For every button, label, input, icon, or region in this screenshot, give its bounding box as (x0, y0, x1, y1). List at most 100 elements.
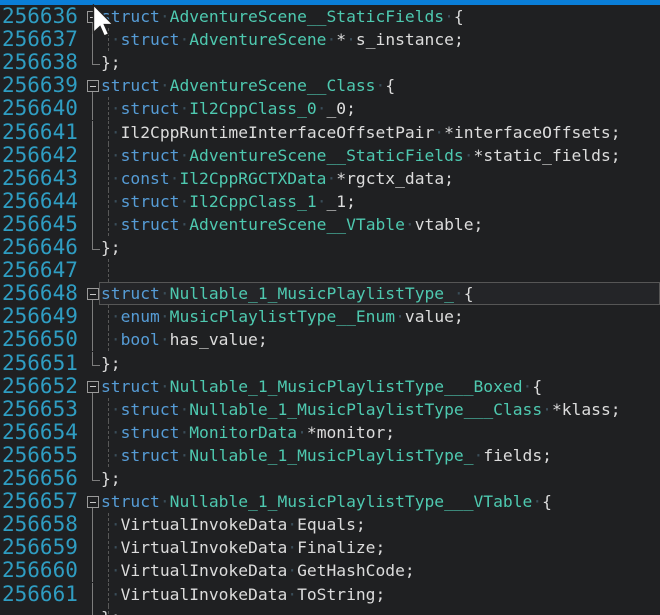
code-line: 256649 ·enum·MusicPlaylistType__Enum·val… (0, 305, 660, 328)
fold-collapse-button[interactable] (87, 381, 99, 393)
line-number[interactable]: 256656 (2, 467, 78, 490)
fold-guide-line (92, 97, 93, 120)
fold-guide-line (92, 398, 93, 421)
code-line-text[interactable]: }; (101, 606, 121, 615)
line-number[interactable]: 256655 (2, 444, 78, 467)
code-line-text[interactable]: struct·AdventureScene__StaticFields·{ (101, 5, 464, 28)
line-number[interactable]: 256643 (2, 167, 78, 190)
line-number[interactable]: 256661 (2, 583, 78, 606)
line-number[interactable]: 256648 (2, 282, 78, 305)
code-line-text[interactable]: struct·Nullable_1_MusicPlaylistType___Bo… (101, 375, 542, 398)
code-line-text[interactable]: ·struct·AdventureScene__StaticFields·*st… (101, 144, 621, 167)
code-editor: 256636 struct·AdventureScene__StaticField… (0, 0, 660, 615)
code-line: 256636 struct·AdventureScene__StaticField… (0, 5, 660, 28)
line-number[interactable]: 256660 (2, 559, 78, 582)
line-number[interactable]: 256653 (2, 398, 78, 421)
line-number[interactable]: 256651 (2, 352, 78, 375)
fold-collapse-button[interactable] (87, 11, 99, 23)
fold-collapse-button[interactable] (87, 288, 99, 300)
code-line-text[interactable]: ·VirtualInvokeData·GetHashCode; (101, 559, 415, 582)
code-line-text[interactable]: ·enum·MusicPlaylistType__Enum·value; (101, 305, 464, 328)
fold-guide-line-end (92, 51, 93, 65)
code-line: 256637 ·struct·AdventureScene·*·s_instan… (0, 28, 660, 51)
fold-guide-line (92, 513, 93, 536)
fold-collapse-button[interactable] (87, 496, 99, 508)
code-line-text[interactable]: ·Il2CppRuntimeInterfaceOffsetPair·*inter… (101, 121, 621, 144)
code-line-text[interactable]: ·struct·Il2CppClass_1·_1; (101, 190, 356, 213)
line-number[interactable]: 256639 (2, 74, 78, 97)
line-number[interactable]: 256657 (2, 490, 78, 513)
code-line-text[interactable]: ·bool·has_value; (101, 328, 268, 351)
code-line: 256660 ·VirtualInvokeData·GetHashCode; (0, 559, 660, 582)
fold-guide-line (92, 536, 93, 559)
code-line-text[interactable]: ·struct·Nullable_1_MusicPlaylistType_·fi… (101, 444, 552, 467)
code-line-text[interactable]: ·struct·AdventureScene·*·s_instance; (101, 28, 464, 51)
fold-guide-line-end-tick (92, 249, 100, 250)
minus-icon (90, 294, 96, 295)
code-line-text[interactable]: }; (101, 51, 121, 74)
code-line-text[interactable]: ·struct·Il2CppClass_0·_0; (101, 97, 356, 120)
line-number[interactable]: 256638 (2, 51, 78, 74)
line-number[interactable]: 256646 (2, 236, 78, 259)
fold-guide-line (92, 606, 93, 615)
code-line: 256647 (0, 259, 660, 282)
code-line-text[interactable]: }; (101, 352, 121, 375)
line-number[interactable]: 256636 (2, 5, 78, 28)
code-line: 256650 ·bool·has_value; (0, 328, 660, 351)
code-line-text[interactable]: ·struct·Nullable_1_MusicPlaylistType___C… (101, 398, 621, 421)
minus-icon (90, 17, 96, 18)
fold-guide-line-end (92, 236, 93, 250)
code-line-text[interactable]: ·struct·MonitorData·*monitor; (101, 421, 395, 444)
minus-icon (90, 502, 96, 503)
code-line: 256655 ·struct·Nullable_1_MusicPlaylistT… (0, 444, 660, 467)
line-number[interactable]: 256644 (2, 190, 78, 213)
code-line-text[interactable]: struct·Nullable_1_MusicPlaylistType___VT… (101, 490, 552, 513)
code-line: 256651}; (0, 352, 660, 375)
line-number[interactable]: 256640 (2, 97, 78, 120)
code-line: 256653 ·struct·Nullable_1_MusicPlaylistT… (0, 398, 660, 421)
line-number[interactable]: 256650 (2, 328, 78, 351)
code-line: 256661 ·VirtualInvokeData·ToString; (0, 583, 660, 606)
code-line-text[interactable]: struct·Nullable_1_MusicPlaylistType_·{ (101, 282, 474, 305)
code-line: 256641 ·Il2CppRuntimeInterfaceOffsetPair… (0, 121, 660, 144)
code-line: 256654 ·struct·MonitorData·*monitor; (0, 421, 660, 444)
minus-icon (90, 86, 96, 87)
code-line: 256639 struct·AdventureScene__Class·{ (0, 74, 660, 97)
line-number[interactable]: 256659 (2, 536, 78, 559)
code-line-text[interactable]: }; (101, 236, 121, 259)
fold-guide-line (92, 28, 93, 51)
line-number[interactable]: 256649 (2, 305, 78, 328)
fold-guide-line (92, 444, 93, 467)
fold-guide-line (92, 213, 93, 236)
line-number[interactable]: 256642 (2, 144, 78, 167)
fold-guide-line-end-tick (92, 480, 100, 481)
code-line-text[interactable]: ·struct·AdventureScene__VTable·vtable; (101, 213, 483, 236)
window-top-accent-bar (0, 0, 660, 5)
line-number[interactable]: 256645 (2, 213, 78, 236)
code-line-text[interactable]: ·VirtualInvokeData·ToString; (101, 583, 385, 606)
code-line-text[interactable]: ·VirtualInvokeData·Finalize; (101, 536, 385, 559)
line-number[interactable]: 256658 (2, 513, 78, 536)
line-number[interactable]: 256647 (2, 259, 78, 282)
code-line: 256648 struct·Nullable_1_MusicPlaylistTyp… (0, 282, 660, 305)
code-line: 256646}; (0, 236, 660, 259)
code-line: 256652 struct·Nullable_1_MusicPlaylistTyp… (0, 375, 660, 398)
indent-guide (108, 259, 109, 282)
code-line-text[interactable]: ·VirtualInvokeData·Equals; (101, 513, 366, 536)
fold-guide-line-end (92, 467, 93, 481)
code-line: 256657 struct·Nullable_1_MusicPlaylistTyp… (0, 490, 660, 513)
line-number[interactable]: 256641 (2, 121, 78, 144)
code-line-text[interactable]: }; (101, 467, 121, 490)
code-line: 256642 ·struct·AdventureScene__StaticFie… (0, 144, 660, 167)
code-line: 256656}; (0, 467, 660, 490)
fold-guide-line (92, 305, 93, 328)
code-line: 256644 ·struct·Il2CppClass_1·_1; (0, 190, 660, 213)
code-line-text[interactable]: struct·AdventureScene__Class·{ (101, 74, 395, 97)
code-line-text[interactable]: ·const·Il2CppRGCTXData·*rgctx_data; (101, 167, 454, 190)
line-number[interactable]: 256637 (2, 28, 78, 51)
line-number[interactable]: 256654 (2, 421, 78, 444)
fold-guide-line (92, 421, 93, 444)
fold-guide-line (92, 328, 93, 351)
line-number[interactable]: 256652 (2, 375, 78, 398)
fold-collapse-button[interactable] (87, 80, 99, 92)
